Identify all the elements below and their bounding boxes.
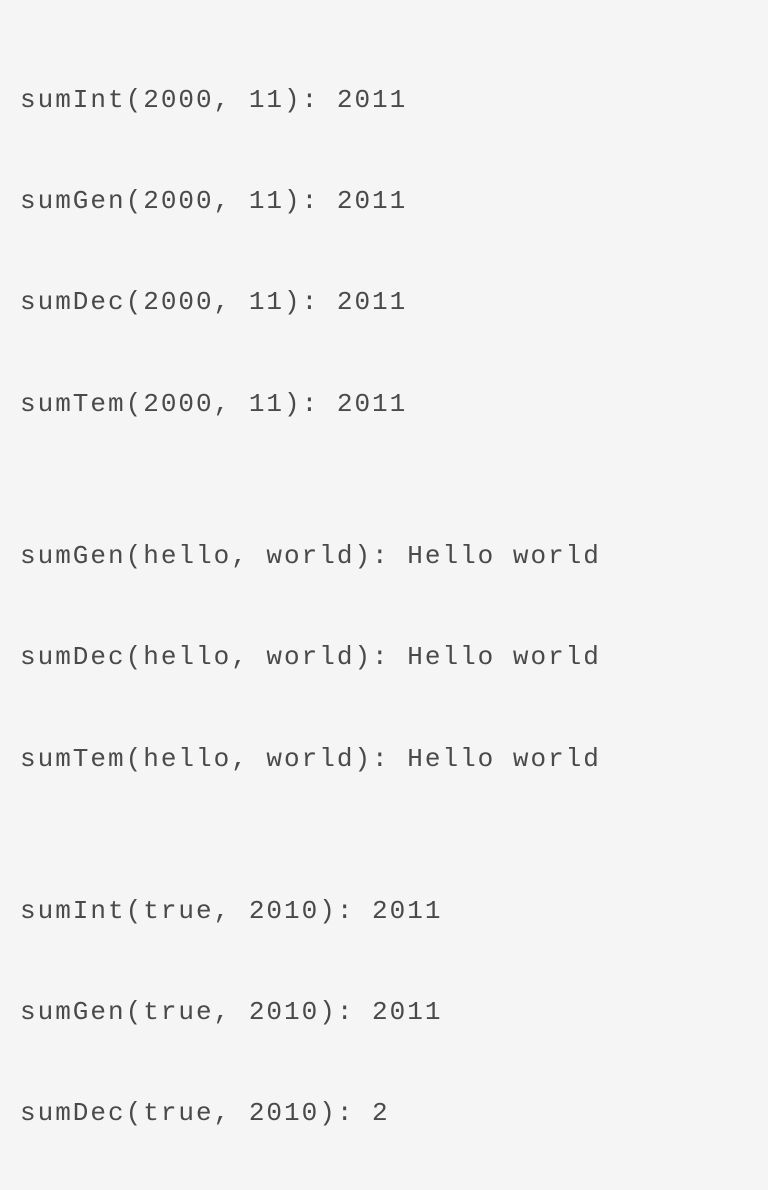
output-line: sumGen(true, 2010): 2011 bbox=[20, 987, 748, 1038]
output-line: sumTem(2000, 11): 2011 bbox=[20, 379, 748, 430]
code-output: sumInt(2000, 11): 2011 sumGen(2000, 11):… bbox=[20, 24, 748, 1190]
output-line: sumTem(hello, world): Hello world bbox=[20, 734, 748, 785]
output-line: sumDec(true, 2010): 2 bbox=[20, 1088, 748, 1139]
output-line: sumGen(hello, world): Hello world bbox=[20, 531, 748, 582]
output-line: sumInt(true, 2010): 2011 bbox=[20, 886, 748, 937]
output-line: sumGen(2000, 11): 2011 bbox=[20, 176, 748, 227]
output-line: sumInt(2000, 11): 2011 bbox=[20, 75, 748, 126]
output-line: sumDec(2000, 11): 2011 bbox=[20, 277, 748, 328]
